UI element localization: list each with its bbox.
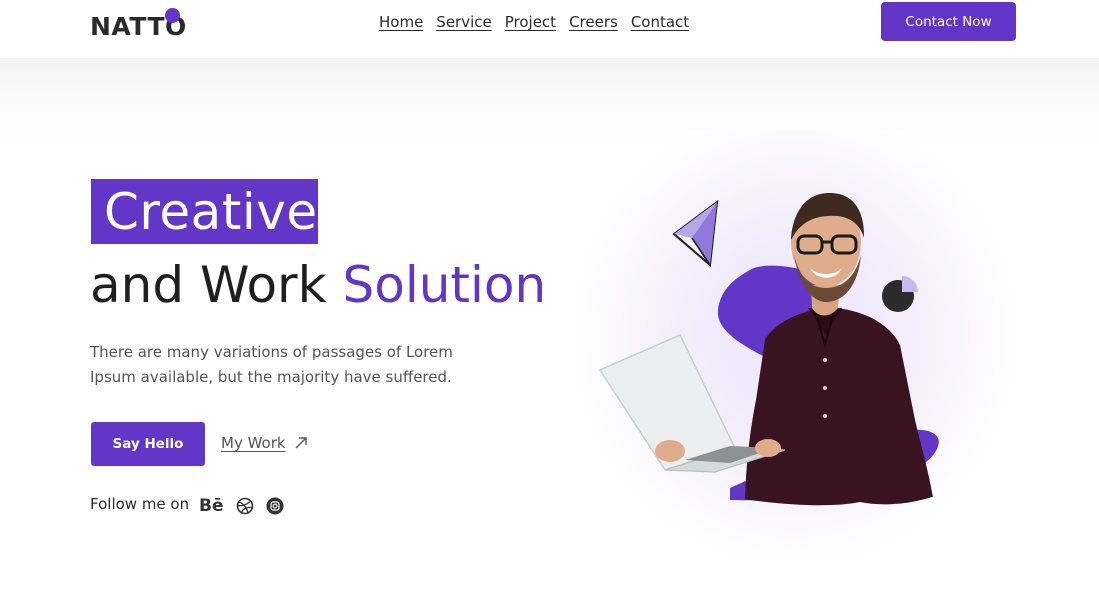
hero-title-word: Creative	[104, 183, 318, 241]
site-header: NATTO Home Service Project Creers Contac…	[0, 0, 1099, 58]
logo[interactable]: NATTO	[90, 8, 190, 44]
hero-title-badge: Creative	[91, 179, 318, 244]
contact-now-button[interactable]: Contact Now	[881, 2, 1016, 41]
hero-illustration	[570, 103, 1030, 567]
social-links: Bē	[199, 495, 284, 517]
behance-icon[interactable]: Bē	[199, 495, 224, 517]
hero-title-prefix: and Work	[90, 256, 327, 314]
hero-title-accent: Solution	[342, 256, 547, 314]
nav-careers[interactable]: Creers	[569, 12, 618, 32]
dribbble-icon[interactable]	[236, 497, 254, 515]
hero-illustration-art	[573, 103, 1017, 567]
arrow-up-right-icon	[295, 437, 307, 449]
instagram-icon[interactable]	[266, 497, 284, 515]
nav-project[interactable]: Project	[505, 12, 556, 32]
hero-title-line: and Work Solution	[90, 254, 546, 316]
nav-contact[interactable]: Contact	[631, 12, 689, 32]
my-work-label: My Work	[221, 434, 286, 452]
say-hello-button[interactable]: Say Hello	[91, 422, 205, 466]
follow-label: Follow me on	[90, 495, 190, 513]
hero-description: There are many variations of passages of…	[90, 343, 453, 386]
my-work-link[interactable]: My Work	[221, 434, 308, 452]
logo-dot	[165, 8, 180, 23]
nav-home[interactable]: Home	[379, 12, 423, 32]
nav-service[interactable]: Service	[436, 12, 491, 32]
main-nav: Home Service Project Creers Contact	[379, 12, 689, 32]
